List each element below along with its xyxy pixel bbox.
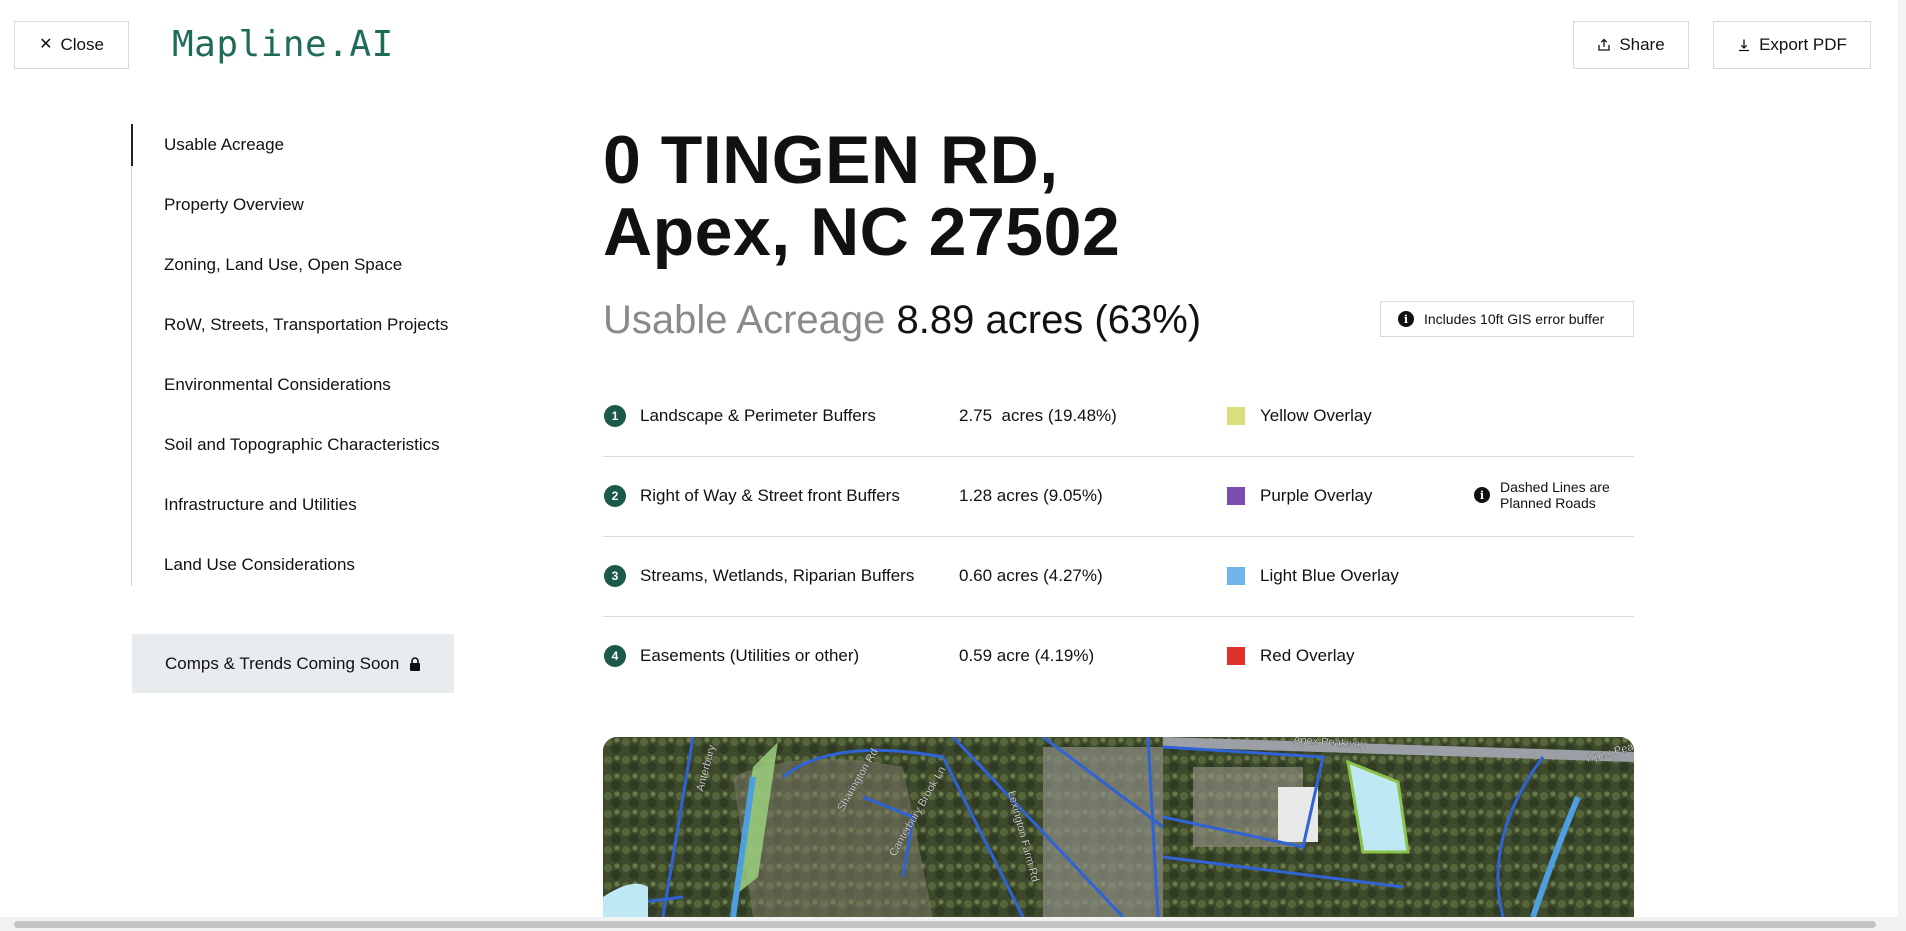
list-item: 2 Right of Way & Street front Buffers 1.… — [603, 457, 1634, 537]
gis-buffer-text: Includes 10ft GIS error buffer — [1424, 311, 1605, 327]
row-category: Easements (Utilities or other) — [640, 646, 860, 665]
row-number: 1 — [604, 405, 626, 427]
list-item: 4 Easements (Utilities or other) 0.59 ac… — [603, 617, 1634, 697]
light-blue-swatch — [1227, 567, 1245, 585]
acreage-breakdown-list: 1 Landscape & Perimeter Buffers 2.75 acr… — [603, 377, 1634, 697]
share-button[interactable]: Share — [1573, 21, 1689, 69]
planned-roads-note: i Dashed Lines are Planned Roads — [1474, 479, 1630, 511]
row-number: 4 — [604, 645, 626, 667]
close-button[interactable]: ✕ Close — [14, 21, 129, 69]
industrial-area — [1043, 747, 1163, 917]
export-pdf-button[interactable]: Export PDF — [1713, 21, 1871, 69]
comps-trends-label: Comps & Trends Coming Soon — [165, 653, 400, 673]
active-indicator — [131, 124, 133, 166]
list-item: 3 Streams, Wetlands, Riparian Buffers 0.… — [603, 537, 1634, 617]
nav-item-property-overview[interactable]: Property Overview — [164, 195, 304, 215]
building — [1278, 787, 1318, 842]
address-line-2: Apex, NC 27502 — [603, 194, 1121, 270]
close-label: Close — [60, 35, 104, 54]
vertical-scrollbar[interactable] — [1898, 0, 1906, 917]
row-number: 3 — [604, 565, 626, 587]
row-category: Landscape & Perimeter Buffers — [640, 406, 876, 425]
row-acres: 2.75 acres (19.48%) — [959, 406, 1117, 425]
row-acres: 0.60 acres (4.27%) — [959, 566, 1103, 585]
row-overlay: Yellow Overlay — [1260, 406, 1372, 425]
comps-trends-button[interactable]: Comps & Trends Coming Soon — [132, 634, 454, 693]
section-nav: Usable Acreage Property Overview Zoning,… — [131, 124, 471, 586]
gis-buffer-note: i Includes 10ft GIS error buffer — [1380, 301, 1634, 337]
yellow-swatch — [1227, 407, 1245, 425]
lock-icon — [410, 656, 421, 671]
row-overlay: Red Overlay — [1260, 646, 1355, 665]
nav-item-usable-acreage[interactable]: Usable Acreage — [164, 135, 284, 155]
usable-acreage-value: 8.89 acres (63%) — [896, 298, 1202, 342]
nav-item-infrastructure[interactable]: Infrastructure and Utilities — [164, 495, 357, 515]
row-acres: 1.28 acres (9.05%) — [959, 486, 1103, 505]
nav-item-environmental[interactable]: Environmental Considerations — [164, 375, 391, 395]
parcel-map[interactable]: Anterbury Sharington Rd Canterbury Brook… — [603, 737, 1634, 917]
purple-swatch — [1227, 487, 1245, 505]
page-title: 0 TINGEN RD, Apex, NC 27502 — [603, 124, 1120, 268]
row-category: Streams, Wetlands, Riparian Buffers — [640, 566, 915, 585]
planned-roads-text: Dashed Lines are Planned Roads — [1500, 479, 1610, 511]
row-overlay: Purple Overlay — [1260, 486, 1373, 505]
usable-acreage-summary: Usable Acreage 8.89 acres (63%) — [603, 296, 1201, 344]
share-label: Share — [1619, 35, 1665, 54]
logo: Mapline.AI — [172, 24, 394, 65]
info-icon: i — [1474, 487, 1490, 503]
horizontal-scrollbar[interactable] — [0, 917, 1906, 931]
row-number: 2 — [604, 485, 626, 507]
nav-item-soil-topographic[interactable]: Soil and Topographic Characteristics — [164, 435, 440, 455]
row-category: Right of Way & Street front Buffers — [640, 486, 900, 505]
row-overlay: Light Blue Overlay — [1260, 566, 1399, 585]
scrollbar-thumb[interactable] — [14, 921, 1876, 928]
close-icon: ✕ — [39, 36, 53, 53]
usable-acreage-label: Usable Acreage — [603, 298, 886, 342]
nav-item-row-streets[interactable]: RoW, Streets, Transportation Projects — [164, 315, 448, 335]
export-pdf-label: Export PDF — [1759, 35, 1847, 54]
address-line-1: 0 TINGEN RD, — [603, 122, 1059, 198]
red-swatch — [1227, 647, 1245, 665]
download-icon — [1739, 39, 1750, 52]
row-acres: 0.59 acre (4.19%) — [959, 646, 1095, 665]
share-icon — [1598, 38, 1610, 51]
nav-item-zoning[interactable]: Zoning, Land Use, Open Space — [164, 255, 402, 275]
list-item: 1 Landscape & Perimeter Buffers 2.75 acr… — [603, 377, 1634, 457]
nav-item-land-use[interactable]: Land Use Considerations — [164, 555, 355, 575]
info-icon: i — [1398, 311, 1414, 327]
